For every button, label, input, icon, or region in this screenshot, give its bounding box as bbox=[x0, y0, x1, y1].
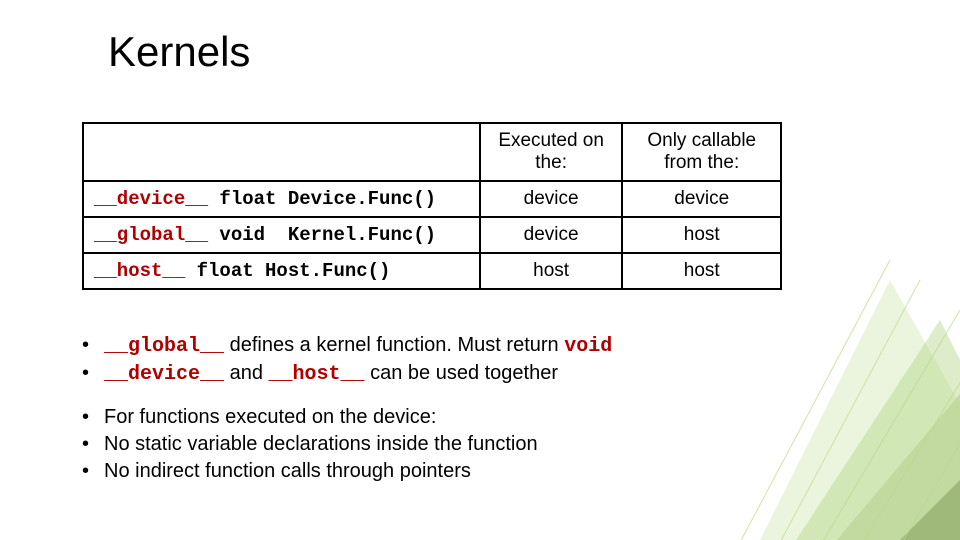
list-item: • __global__ defines a kernel function. … bbox=[82, 332, 612, 360]
sig-cell: __global__ void Kernel.Func() bbox=[83, 217, 480, 253]
kw-global: __global__ bbox=[104, 335, 224, 358]
kernels-table: Executed on the: Only callable from the:… bbox=[82, 122, 782, 290]
table-header-row: Executed on the: Only callable from the: bbox=[83, 123, 781, 181]
table-row: __host__ float Host.Func() host host bbox=[83, 253, 781, 289]
bullet-dot: • bbox=[82, 332, 104, 359]
kw-void: void bbox=[564, 335, 612, 358]
list-item: • No static variable declarations inside… bbox=[82, 431, 612, 458]
text: and bbox=[224, 362, 268, 384]
header-exec: Executed on the: bbox=[480, 123, 623, 181]
call-cell: host bbox=[622, 217, 781, 253]
bullet-dot: • bbox=[82, 360, 104, 387]
list-item: • For functions executed on the device: bbox=[82, 404, 612, 431]
bullet-text: __device__ and __host__ can be used toge… bbox=[104, 360, 558, 388]
slide-title: Kernels bbox=[108, 28, 250, 76]
exec-cell: device bbox=[480, 217, 623, 253]
kw-global: __global__ bbox=[94, 224, 208, 246]
text: can be used together bbox=[365, 362, 558, 384]
bullet-dot: • bbox=[82, 431, 104, 458]
sig-rest: float Host.Func() bbox=[185, 260, 390, 282]
sig-rest: void Kernel.Func() bbox=[208, 224, 436, 246]
bullet-text: No static variable declarations inside t… bbox=[104, 431, 538, 458]
exec-cell: device bbox=[480, 181, 623, 217]
call-cell: host bbox=[622, 253, 781, 289]
list-item: • No indirect function calls through poi… bbox=[82, 458, 612, 485]
bullet-text: __global__ defines a kernel function. Mu… bbox=[104, 332, 612, 360]
bullet-list: • __global__ defines a kernel function. … bbox=[82, 332, 612, 485]
list-item: • __device__ and __host__ can be used to… bbox=[82, 360, 612, 388]
bullet-text: No indirect function calls through point… bbox=[104, 458, 471, 485]
spacer bbox=[82, 388, 612, 404]
sig-rest: float Device.Func() bbox=[208, 188, 436, 210]
sig-cell: __device__ float Device.Func() bbox=[83, 181, 480, 217]
kw-host: __host__ bbox=[94, 260, 185, 282]
bullet-text: For functions executed on the device: bbox=[104, 404, 436, 431]
table-row: __device__ float Device.Func() device de… bbox=[83, 181, 781, 217]
kw-device: __device__ bbox=[104, 363, 224, 386]
slide: Kernels Executed on the: Only callable f… bbox=[0, 0, 960, 540]
header-blank bbox=[83, 123, 480, 181]
kw-device: __device__ bbox=[94, 188, 208, 210]
bullet-dot: • bbox=[82, 458, 104, 485]
exec-cell: host bbox=[480, 253, 623, 289]
kw-host: __host__ bbox=[269, 363, 365, 386]
header-call: Only callable from the: bbox=[622, 123, 781, 181]
table-row: __global__ void Kernel.Func() device hos… bbox=[83, 217, 781, 253]
sig-cell: __host__ float Host.Func() bbox=[83, 253, 480, 289]
bullet-dot: • bbox=[82, 404, 104, 431]
text: defines a kernel function. Must return bbox=[224, 334, 564, 356]
call-cell: device bbox=[622, 181, 781, 217]
